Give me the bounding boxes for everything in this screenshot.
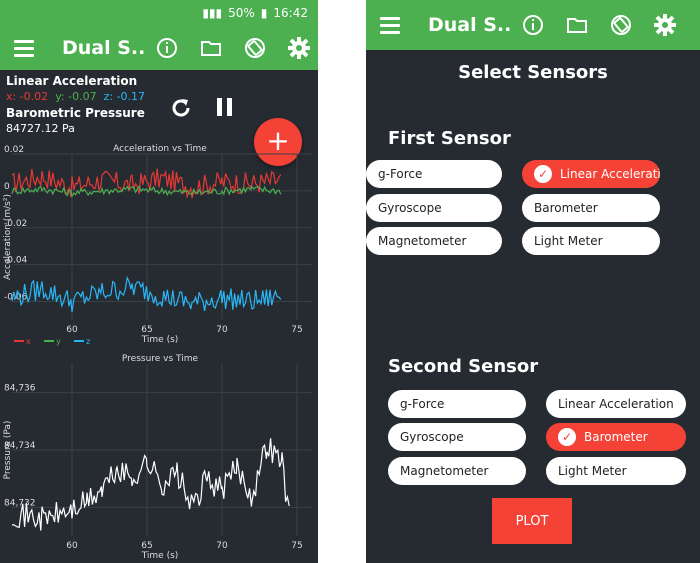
battery-icon: ▮ [260,6,268,20]
option-label: Magnetometer [378,234,467,248]
first-sensor-heading: First Sensor [388,128,511,149]
settings-icon[interactable] [652,12,678,38]
x-tick-label: 75 [291,325,302,335]
second-sensor-heading: Second Sensor [388,356,539,377]
x-tick-label: 60 [66,541,78,551]
x-value: x: -0.02 [6,90,49,103]
option-label: g-Force [400,397,445,411]
clock: 16:42 [273,6,308,20]
signal-icon: ▮▮▮ [202,6,223,20]
option-label: Barometer [584,430,648,444]
accel-readout-values: x: -0.02 y: -0.07 z: -0.17 [6,90,312,103]
x-tick-label: 75 [291,541,302,551]
accel-readout-title: Linear Acceleration [6,74,138,88]
option-label: Linear Acceleration [558,397,674,411]
x-axis-label: Time (s) [141,551,179,561]
option-label: Linear Accelerati [560,167,660,181]
second-sensor-option-gyroscope[interactable]: Gyroscope [388,423,526,451]
second-sensor-option-g-force[interactable]: g-Force [388,390,526,418]
z-value: z: -0.17 [103,90,146,103]
series-y-line [11,185,282,199]
first-sensor-option-barometer[interactable]: Barometer [522,194,660,222]
pause-icon[interactable] [214,95,236,123]
status-bar: ▮▮▮ 50% ▮ 16:42 [0,0,318,26]
y-axis-label: Acceleration (m/s²) [3,194,13,280]
option-label: g-Force [378,167,423,181]
option-label: Gyroscope [400,430,464,444]
legend-label: z [86,337,90,346]
option-label: Light Meter [558,464,627,478]
app-title: Dual S... [428,14,510,36]
folder-icon[interactable] [564,12,590,38]
menu-icon[interactable] [14,39,34,57]
legend-label: y [56,337,61,346]
info-icon[interactable] [154,35,180,61]
select-sensors-title: Select Sensors [458,62,608,83]
chart-title: Pressure vs Time [122,354,199,364]
pressure-readout-title: Barometric Pressure [6,106,145,120]
acceleration-chart-svg: Acceleration vs Time0.020-0.02-0.04-0.06… [3,144,312,346]
app-title: Dual S... [62,37,144,59]
legend-label: x [26,337,31,346]
pressure-series-line [11,438,290,531]
left-phone-screen: ▮▮▮ 50% ▮ 16:42 Dual S... Linear Acceler… [0,0,318,563]
second-sensor-option-linear-acceleration[interactable]: Linear Acceleration [546,390,686,418]
battery-level: 50% [228,6,255,20]
right-phone-screen: Dual S... Select Sensors First Sensor Se… [366,0,700,563]
option-label: Barometer [534,201,598,215]
pressure-chart: Pressure vs Time 84,736 84,734 84,732 60 65 70… [0,350,318,563]
y-tick-label: 84,732 [4,498,36,508]
first-sensor-option-linear-accelerati[interactable]: ✓ Linear Accelerati [522,160,660,188]
option-label: Gyroscope [378,201,442,215]
first-sensor-option-gyroscope[interactable]: Gyroscope [366,194,502,222]
app-bar: Dual S... [0,26,318,70]
first-sensor-option-magnetometer[interactable]: Magnetometer [366,227,502,255]
pressure-chart-svg: Pressure vs Time84,73684,73484,73260 65 70… [3,354,312,561]
app-bar: Dual S... [366,0,700,50]
option-label: Magnetometer [400,464,489,478]
first-sensor-option-g-force[interactable]: g-Force [366,160,502,188]
y-tick-label: 0.02 [4,145,24,155]
x-tick-label: 70 [216,325,228,335]
series-z-line [11,275,282,313]
x-tick-label: 70 [216,541,228,551]
option-label: Light Meter [534,234,603,248]
rotate-screen-icon[interactable] [242,35,268,61]
x-axis-label: Time (s) [141,335,179,345]
x-tick-label: 65 [141,541,152,551]
x-tick-label: 60 [66,325,78,335]
rotate-screen-icon[interactable] [608,12,634,38]
y-tick-label: 84,736 [4,384,36,394]
x-tick-label: 65 [141,325,152,335]
check-icon: ✓ [558,428,576,446]
reset-icon[interactable] [168,95,194,125]
second-sensor-option-barometer[interactable]: ✓ Barometer [546,423,686,451]
y-value: y: -0.07 [55,90,97,103]
menu-icon[interactable] [380,16,400,34]
second-sensor-option-magnetometer[interactable]: Magnetometer [388,457,526,485]
info-icon[interactable] [520,12,546,38]
first-sensor-option-light-meter[interactable]: Light Meter [522,227,660,255]
plot-button[interactable]: PLOT [492,498,572,544]
check-icon: ✓ [534,165,552,183]
folder-icon[interactable] [198,35,224,61]
second-sensor-option-light-meter[interactable]: Light Meter [546,457,686,485]
y-axis-label: Pressure (Pa) [3,421,13,480]
y-tick-label: 0 [4,182,10,192]
acceleration-chart: Acceleration vs Time 0.02 0 -0.02 -0.04 -0.06… [0,140,318,350]
chart-title: Acceleration vs Time [113,144,207,154]
settings-icon[interactable] [286,35,312,61]
